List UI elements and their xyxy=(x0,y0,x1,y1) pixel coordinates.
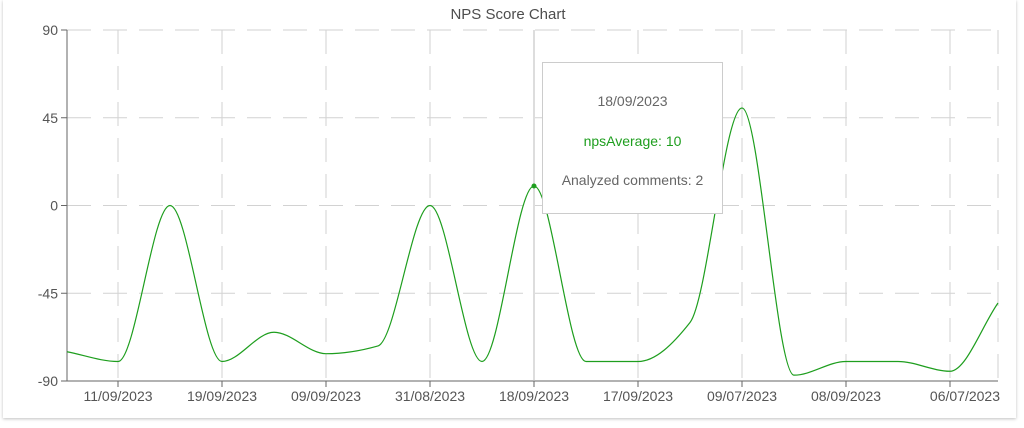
x-tick-label: 18/09/2023 xyxy=(499,388,569,404)
tooltip-analyzed-comments: Analyzed comments: 2 xyxy=(561,172,704,188)
highlight-point xyxy=(531,183,537,189)
x-tick-label: 17/09/2023 xyxy=(603,388,673,404)
x-tick-label: 19/09/2023 xyxy=(187,388,257,404)
tooltip-nps-average: npsAverage: 10 xyxy=(583,133,682,149)
y-tick-label: -90 xyxy=(38,373,58,389)
x-tick-label: 09/09/2023 xyxy=(291,388,361,404)
tooltip-date: 18/09/2023 xyxy=(597,93,668,109)
axes xyxy=(61,29,998,387)
y-tick-label: -45 xyxy=(38,285,58,301)
chart-title: NPS Score Chart xyxy=(450,6,566,23)
tick-labels: 90 45 0 -45 -90 11/09/2023 19/09/2023 09/09/202… xyxy=(38,22,1000,404)
nps-series-line xyxy=(66,107,999,376)
series-layer xyxy=(66,107,999,376)
x-tick-label: 09/07/2023 xyxy=(707,388,777,404)
y-tick-label: 90 xyxy=(42,22,58,38)
chart-tooltip: 18/09/2023 npsAverage: 10 Analyzed comme… xyxy=(542,62,723,214)
y-tick-label: 0 xyxy=(50,198,58,214)
y-tick-label: 45 xyxy=(42,110,58,126)
x-tick-label: 08/09/2023 xyxy=(811,388,881,404)
x-tick-label: 11/09/2023 xyxy=(83,388,152,404)
x-tick-label: 31/08/2023 xyxy=(395,388,465,404)
nps-score-chart: NPS Score Chart 90 45 0 -45 -90 11/09/2023 19/… xyxy=(38,6,1000,404)
x-tick-label: 06/07/2023 xyxy=(930,388,1000,404)
